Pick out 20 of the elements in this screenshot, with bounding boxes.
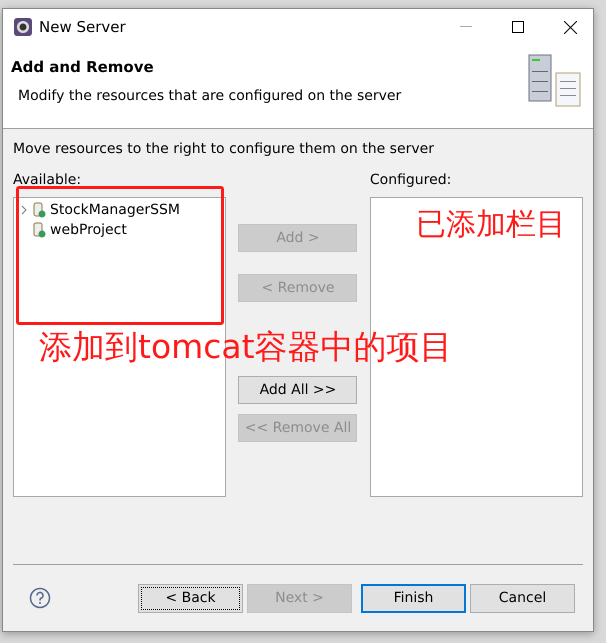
- annotation-text: 已添加栏目: [416, 207, 566, 243]
- project-item[interactable]: webProject: [50, 222, 127, 238]
- project-item[interactable]: StockManagerSSM: [50, 202, 180, 218]
- instruction-text: Move resources to the right to configure them on the server: [13, 141, 435, 157]
- annotation-text: 添加到tomcat容器中的项目: [39, 327, 453, 367]
- wizard-button[interactable]: Cancel: [470, 584, 575, 612]
- wizard-button[interactable]: < Back: [138, 584, 243, 612]
- close-icon[interactable]: [564, 20, 576, 34]
- page-title: Add and Remove: [11, 58, 155, 76]
- window-title: New Server: [39, 18, 127, 36]
- help-icon[interactable]: [29, 587, 51, 609]
- expand-icon[interactable]: [20, 205, 28, 215]
- project-icon: [32, 222, 46, 238]
- available-label: Available:: [13, 172, 82, 190]
- page-description: Modify the resources that are configured on the server: [17, 88, 402, 104]
- move-button[interactable]: Add All >>: [238, 376, 358, 404]
- maximize-icon[interactable]: [512, 21, 524, 33]
- configured-label: Configured:: [370, 172, 452, 190]
- wizard-button[interactable]: Finish: [361, 584, 466, 612]
- project-icon: [32, 202, 46, 218]
